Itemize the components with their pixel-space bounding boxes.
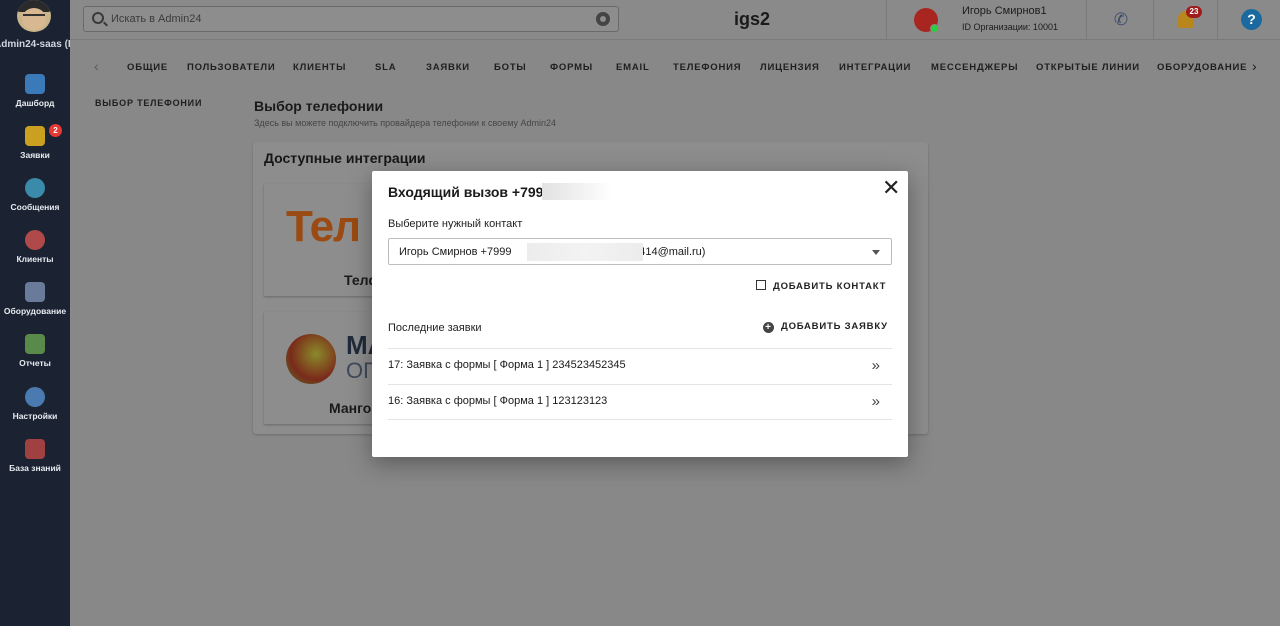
search-input[interactable] bbox=[111, 10, 591, 28]
integration-name: Манго bbox=[329, 400, 372, 416]
add-contact-icon bbox=[756, 280, 766, 290]
contact-select[interactable]: Игорь Смирнов +7999 -9414@mail.ru) bbox=[388, 238, 892, 265]
sidebar-item-label: Оборудование bbox=[3, 306, 67, 316]
request-title: 17: Заявка с формы [ Форма 1 ] 234523452… bbox=[388, 359, 626, 371]
tab-forms[interactable]: ФОРМЫ bbox=[550, 62, 593, 73]
recent-requests-label: Последние заявки bbox=[388, 322, 482, 334]
sidebar-item-settings[interactable]: Настройки bbox=[0, 387, 70, 421]
tab-email[interactable]: EMAIL bbox=[616, 62, 650, 73]
clients-icon bbox=[25, 230, 45, 250]
sidebar-item-label: Дашборд bbox=[15, 98, 55, 108]
search-settings-icon[interactable] bbox=[596, 12, 610, 26]
double-chevron-right-icon[interactable]: » bbox=[872, 357, 880, 374]
tab-telephony[interactable]: ТЕЛЕФОНИЯ bbox=[673, 62, 741, 73]
telphin-logo: Тел bbox=[286, 202, 361, 251]
sidebar-item-label: Клиенты bbox=[16, 254, 54, 264]
plus-circle-icon: + bbox=[763, 322, 774, 333]
sidebar: Admin24-saas (IGS) Дашборд 2 Заявки Сооб… bbox=[0, 0, 70, 626]
add-request-button[interactable]: + ДОБАВИТЬ ЗАЯВКУ bbox=[763, 321, 888, 333]
equipment-icon bbox=[25, 282, 45, 302]
phone-icon[interactable]: ✆ bbox=[1111, 10, 1131, 30]
card-title: Доступные интеграции bbox=[264, 150, 426, 166]
close-icon[interactable]: ✕ bbox=[882, 177, 900, 199]
integration-tile-telphin[interactable]: Тел Телф bbox=[264, 184, 389, 296]
request-row[interactable]: 17: Заявка с формы [ Форма 1 ] 234523452… bbox=[388, 348, 892, 384]
redacted-phone bbox=[542, 183, 612, 200]
header-divider bbox=[1153, 0, 1154, 40]
settings-tabs: ‹ ОБЩИЕ ПОЛЬЗОВАТЕЛИ КЛИЕНТЫ SLA ЗАЯВКИ … bbox=[70, 56, 1280, 80]
mango-logo-text: ОГ bbox=[346, 358, 376, 383]
sidebar-item-label: Настройки bbox=[12, 411, 58, 421]
org-avatar[interactable] bbox=[17, 0, 51, 32]
sidebar-item-knowledge-base[interactable]: База знаний bbox=[0, 439, 70, 473]
workspace-title: igs2 bbox=[734, 9, 771, 29]
help-icon[interactable]: ? bbox=[1241, 9, 1262, 30]
requests-badge: 2 bbox=[49, 124, 62, 137]
tab-messengers[interactable]: МЕССЕНДЖЕРЫ bbox=[931, 62, 1018, 73]
tab-bots[interactable]: БОТЫ bbox=[494, 62, 527, 73]
incoming-call-dialog: Входящий вызов +7999 ✕ Выберите нужный к… bbox=[372, 171, 908, 457]
add-contact-button[interactable]: ДОБАВИТЬ КОНТАКТ bbox=[756, 280, 886, 292]
dialog-title: Входящий вызов +7999 bbox=[388, 184, 552, 200]
mango-logo-icon bbox=[286, 334, 336, 384]
contact-select-label: Выберите нужный контакт bbox=[388, 218, 523, 230]
header-divider bbox=[886, 0, 887, 40]
redacted-contact bbox=[527, 243, 643, 261]
header-divider bbox=[1086, 0, 1087, 40]
page-title: Выбор телефонии bbox=[254, 98, 384, 114]
tab-clients[interactable]: КЛИЕНТЫ bbox=[293, 62, 346, 73]
tab-users[interactable]: ПОЛЬЗОВАТЕЛИ bbox=[187, 62, 275, 73]
dashboard-icon bbox=[25, 74, 45, 94]
tab-integrations[interactable]: ИНТЕГРАЦИИ bbox=[839, 62, 911, 73]
tab-open-lines[interactable]: ОТКРЫТЫЕ ЛИНИИ bbox=[1036, 62, 1140, 73]
tab-sla[interactable]: SLA bbox=[375, 62, 396, 73]
search-bar bbox=[83, 6, 619, 32]
page-subtitle: Здесь вы можете подключить провайдера те… bbox=[254, 118, 557, 128]
header-divider bbox=[1217, 0, 1218, 40]
search-icon bbox=[92, 12, 104, 24]
subnav-telephony[interactable]: ВЫБОР ТЕЛЕФОНИИ bbox=[95, 98, 202, 108]
user-avatar-icon[interactable] bbox=[914, 8, 939, 33]
tab-requests[interactable]: ЗАЯВКИ bbox=[426, 62, 470, 73]
sidebar-item-label: База знаний bbox=[9, 463, 61, 473]
tab-general[interactable]: ОБЩИЕ bbox=[127, 62, 168, 73]
sidebar-item-reports[interactable]: Отчеты bbox=[0, 334, 70, 368]
tab-license[interactable]: ЛИЦЕНЗИЯ bbox=[760, 62, 820, 73]
reports-icon bbox=[25, 334, 45, 354]
sidebar-item-label: Сообщения bbox=[10, 202, 60, 212]
chevron-left-icon[interactable]: ‹ bbox=[94, 58, 99, 74]
sidebar-item-clients[interactable]: Клиенты bbox=[0, 230, 70, 264]
org-name: Admin24-saas (IGS) bbox=[0, 39, 70, 50]
request-title: 16: Заявка с формы [ Форма 1 ] 123123123 bbox=[388, 395, 608, 407]
double-chevron-right-icon[interactable]: » bbox=[872, 393, 880, 410]
user-org-id: ID Организации: 10001 bbox=[962, 22, 1058, 32]
sidebar-item-equipment[interactable]: Оборудование bbox=[0, 282, 70, 316]
knowledge-icon bbox=[25, 439, 45, 459]
megaphone-icon bbox=[25, 126, 45, 146]
top-header: igs2 Игорь Смирнов1 ID Организации: 1000… bbox=[70, 0, 1280, 40]
integration-tile-mango[interactable]: МА ОГ Манго bbox=[264, 312, 389, 424]
notification-badge: 23 bbox=[1186, 6, 1202, 18]
sidebar-item-dashboard[interactable]: Дашборд bbox=[0, 74, 70, 108]
request-row[interactable]: 16: Заявка с формы [ Форма 1 ] 123123123… bbox=[388, 384, 892, 420]
sidebar-item-messages[interactable]: Сообщения bbox=[0, 178, 70, 212]
sidebar-item-requests[interactable]: 2 Заявки bbox=[0, 124, 70, 160]
chat-icon bbox=[25, 178, 45, 198]
sidebar-item-label: Заявки bbox=[20, 150, 50, 160]
tab-equipment[interactable]: ОБОРУДОВАНИЕ bbox=[1157, 62, 1247, 73]
settings-icon bbox=[25, 387, 45, 407]
chevron-right-icon[interactable]: › bbox=[1252, 58, 1257, 74]
user-name[interactable]: Игорь Смирнов1 bbox=[962, 5, 1047, 17]
chevron-down-icon bbox=[872, 250, 880, 255]
sidebar-item-label: Отчеты bbox=[19, 358, 51, 368]
